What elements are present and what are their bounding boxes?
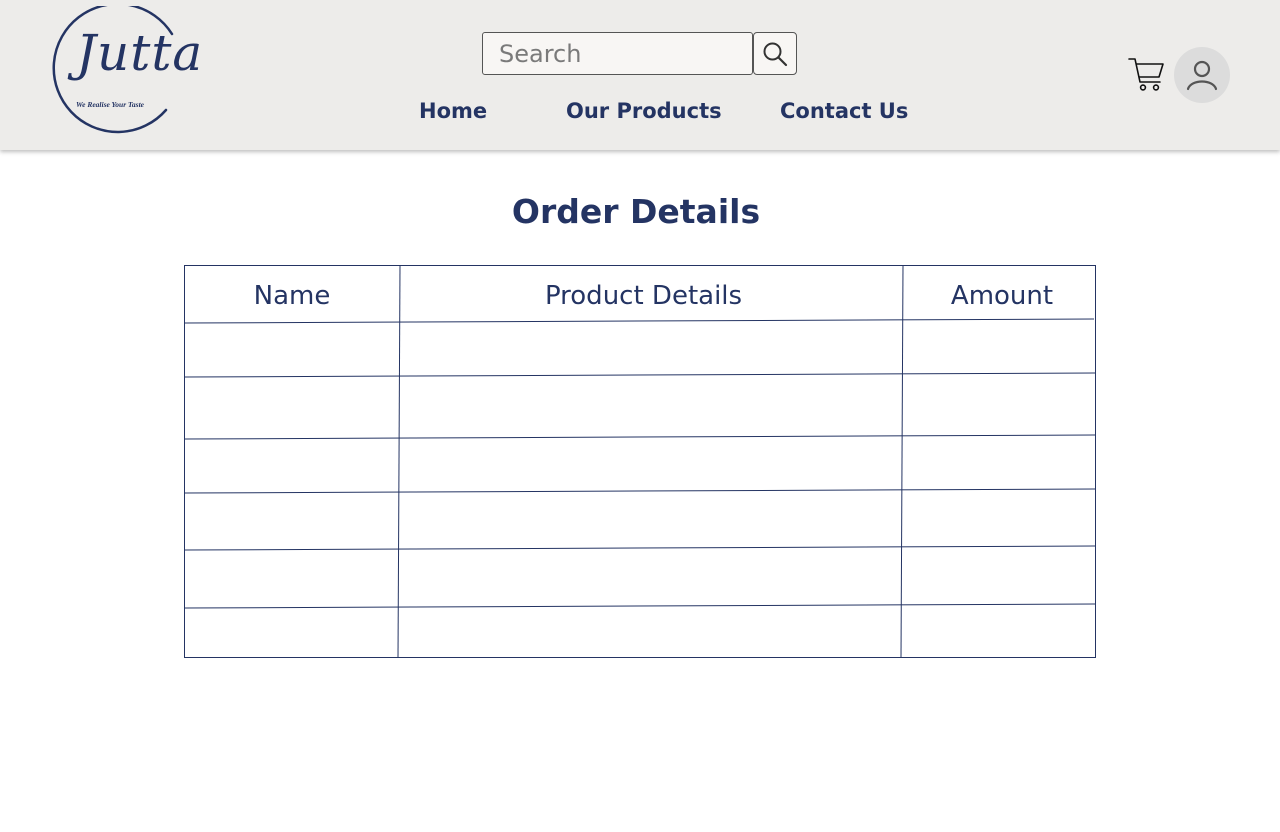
- search-button[interactable]: [753, 32, 797, 75]
- search-input[interactable]: [482, 32, 753, 75]
- cart-icon: [1128, 58, 1164, 91]
- page-title: Order Details: [511, 192, 761, 231]
- search-icon: [763, 42, 788, 66]
- header: Jutta We Realise Your Taste Home Our Pro…: [0, 0, 1280, 150]
- column-header-amount: Amount: [950, 281, 1054, 311]
- nav-our-products[interactable]: Our Products: [566, 99, 722, 123]
- table-row: [184, 608, 400, 658]
- user-avatar-button[interactable]: [1174, 47, 1230, 103]
- table-row: [184, 323, 400, 377]
- user-icon: [1186, 60, 1218, 91]
- cart-button[interactable]: [1126, 54, 1166, 94]
- order-details-table: Name Product Details Amount: [184, 265, 1097, 659]
- table-row: [184, 377, 400, 439]
- table-row: [184, 550, 400, 608]
- brand-logo[interactable]: Jutta We Realise Your Taste: [34, 6, 210, 140]
- logo-tagline: We Realise Your Taste: [76, 100, 144, 109]
- nav-contact-us[interactable]: Contact Us: [780, 99, 908, 123]
- logo-wordmark: Jutta: [76, 24, 204, 82]
- table-row: [184, 493, 400, 550]
- nav-home[interactable]: Home: [419, 99, 487, 123]
- table-row: [184, 439, 400, 493]
- column-header-product-details: Product Details: [544, 281, 743, 311]
- column-header-name: Name: [253, 281, 331, 311]
